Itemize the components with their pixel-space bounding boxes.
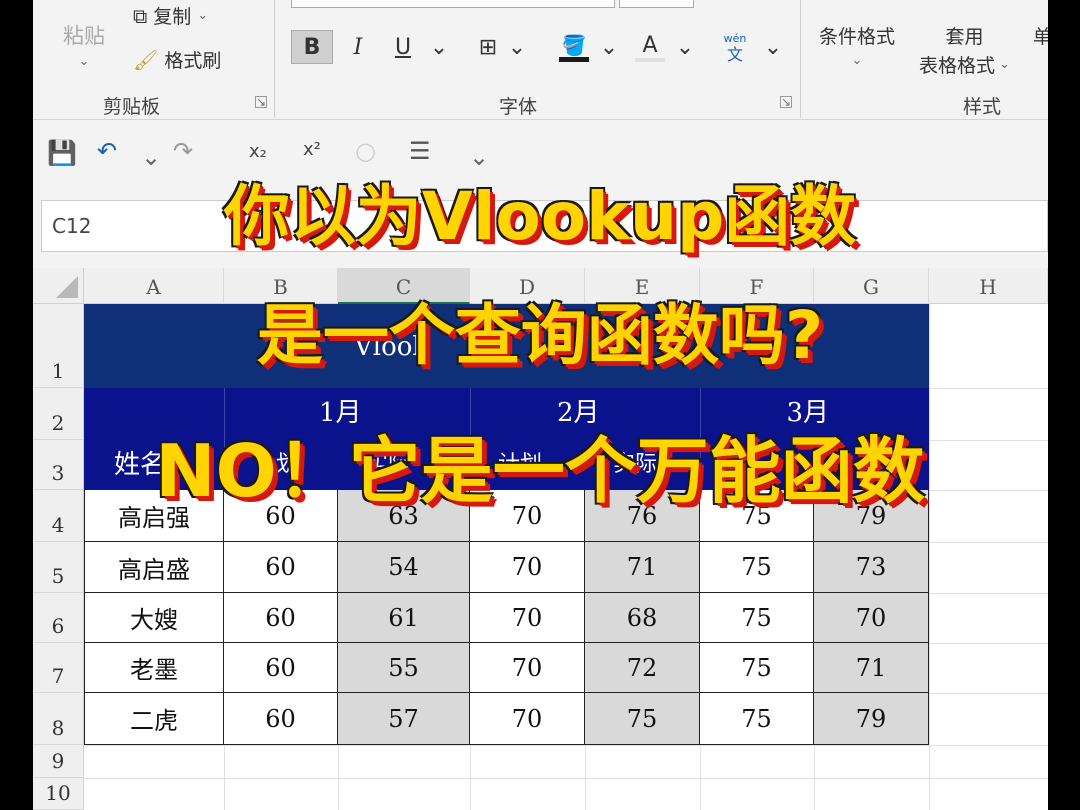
underline-dropdown-icon[interactable]: ⌄ xyxy=(429,30,449,64)
name-cell[interactable]: 高启盛 xyxy=(84,542,224,593)
row-number: 8 xyxy=(51,716,65,740)
excel-window: 粘贴 ⌄ ⧉ 复制 ⌄ 🖌 格式刷 剪贴板 ↘ B I U ⌄ ⊞ ⌄ 🪣 ⌄ … xyxy=(33,0,1048,810)
chevron-down-icon: ⌄ xyxy=(197,8,209,23)
clipboard-launcher-icon[interactable]: ↘ xyxy=(255,96,267,108)
value-cell[interactable]: 71 xyxy=(814,643,929,693)
fill-color-swatch xyxy=(559,56,589,62)
font-name-box[interactable] xyxy=(291,0,615,8)
row-number: 5 xyxy=(51,564,65,588)
copy-icon: ⧉ xyxy=(133,3,148,28)
superscript-button[interactable]: x² xyxy=(303,139,321,160)
phonetic-button[interactable]: wén 文 xyxy=(719,30,751,64)
caption-line-1: 你以为Vlookup函数 xyxy=(223,178,857,255)
underline-button[interactable]: U xyxy=(389,30,417,64)
bold-button[interactable]: B xyxy=(291,30,333,64)
font-color-dropdown-icon[interactable]: ⌄ xyxy=(675,30,695,64)
value-cell[interactable]: 72 xyxy=(585,643,700,693)
row-header-5[interactable]: 5 xyxy=(33,542,84,593)
paste-label: 粘贴 xyxy=(63,24,105,48)
gridline xyxy=(84,778,1048,779)
format-painter-button[interactable]: 🖌 格式刷 xyxy=(133,46,221,73)
phonetic-label: 文 xyxy=(726,45,743,64)
font-color-label: A xyxy=(642,32,658,58)
row-number: 10 xyxy=(45,781,71,805)
value-cell[interactable]: 60 xyxy=(224,643,338,693)
value-cell[interactable]: 61 xyxy=(338,593,470,643)
cell-styles-button[interactable]: 单 xyxy=(1033,22,1048,49)
format-painter-label: 格式刷 xyxy=(164,50,222,72)
value-cell[interactable]: 60 xyxy=(224,593,338,643)
value-cell[interactable]: 55 xyxy=(338,643,470,693)
gridline xyxy=(84,745,1048,746)
value-cell[interactable]: 60 xyxy=(224,693,338,745)
name-cell[interactable]: 老墨 xyxy=(84,643,224,693)
paste-button[interactable]: 粘贴 ⌄ xyxy=(63,20,105,69)
fill-bucket-icon: 🪣 xyxy=(561,32,587,57)
font-size-box[interactable] xyxy=(619,0,694,8)
value-cell[interactable]: 70 xyxy=(814,593,929,643)
form-icon[interactable]: ☰ xyxy=(409,137,431,165)
name-cell[interactable]: 大嫂 xyxy=(84,593,224,643)
redo-icon[interactable]: ↷ xyxy=(173,137,193,165)
caption-line-3: NO！它是一个万能函数 xyxy=(155,429,925,513)
borders-dropdown-icon[interactable]: ⌄ xyxy=(507,30,527,64)
value-cell[interactable]: 75 xyxy=(700,593,814,643)
name-cell[interactable]: 二虎 xyxy=(84,693,224,745)
italic-button[interactable]: I xyxy=(343,30,373,64)
value-cell[interactable]: 73 xyxy=(814,542,929,593)
value-cell[interactable]: 70 xyxy=(470,643,585,693)
row-number: 7 xyxy=(51,664,65,688)
clipboard-group-label: 剪贴板 xyxy=(103,96,161,118)
value-cell[interactable]: 75 xyxy=(585,693,700,745)
row-header-6[interactable]: 6 xyxy=(33,593,84,643)
font-color-swatch xyxy=(635,57,665,62)
ribbon-separator xyxy=(274,0,275,118)
caption-line-2: 是一个查询函数吗? xyxy=(256,297,824,374)
ribbon: 粘贴 ⌄ ⧉ 复制 ⌄ 🖌 格式刷 剪贴板 ↘ B I U ⌄ ⊞ ⌄ 🪣 ⌄ … xyxy=(33,0,1048,120)
table-format-button[interactable]: 套用 表格格式 ⌄ xyxy=(919,22,1010,78)
paste-dropdown-icon: ⌄ xyxy=(78,54,90,69)
chevron-down-icon: ⌄ xyxy=(851,53,863,68)
value-cell[interactable]: 60 xyxy=(224,542,338,593)
row-header-7[interactable]: 7 xyxy=(33,643,84,693)
table-format-label-1: 套用 xyxy=(945,26,984,48)
conditional-format-label: 条件格式 xyxy=(819,26,896,48)
value-cell[interactable]: 75 xyxy=(700,643,814,693)
value-cell[interactable]: 75 xyxy=(700,693,814,745)
value-cell[interactable]: 79 xyxy=(814,693,929,745)
circle-icon[interactable]: ○ xyxy=(355,137,376,165)
table-format-label-2: 表格格式 xyxy=(919,55,996,77)
copy-label: 复制 xyxy=(153,6,192,28)
chevron-down-icon: ⌄ xyxy=(999,57,1010,72)
conditional-format-button[interactable]: 条件格式 ⌄ xyxy=(819,22,895,68)
value-cell[interactable]: 71 xyxy=(585,542,700,593)
row-header-9[interactable]: 9 xyxy=(33,745,84,778)
font-group-label: 字体 xyxy=(499,96,538,118)
row-number: 9 xyxy=(51,749,65,773)
undo-icon[interactable]: ↶ xyxy=(97,137,117,165)
value-cell[interactable]: 68 xyxy=(585,593,700,643)
row-header-10[interactable]: 10 xyxy=(33,778,84,810)
font-color-button[interactable]: A xyxy=(633,30,667,64)
gridline xyxy=(929,304,930,810)
value-cell[interactable]: 70 xyxy=(470,693,585,745)
fill-dropdown-icon[interactable]: ⌄ xyxy=(599,30,619,64)
borders-icon[interactable]: ⊞ xyxy=(473,30,503,64)
font-launcher-icon[interactable]: ↘ xyxy=(780,96,792,108)
value-cell[interactable]: 70 xyxy=(470,593,585,643)
format-painter-icon: 🖌 xyxy=(133,47,159,72)
value-cell[interactable]: 57 xyxy=(338,693,470,745)
phonetic-dropdown-icon[interactable]: ⌄ xyxy=(763,30,783,64)
value-cell[interactable]: 75 xyxy=(700,542,814,593)
value-cell[interactable]: 54 xyxy=(338,542,470,593)
row-number: 6 xyxy=(51,614,65,638)
fill-color-button[interactable]: 🪣 xyxy=(557,30,591,64)
subscript-button[interactable]: x₂ xyxy=(249,141,267,162)
ribbon-separator xyxy=(800,0,801,118)
styles-group-label: 样式 xyxy=(963,96,1002,118)
copy-button[interactable]: ⧉ 复制 ⌄ xyxy=(133,2,208,29)
value-cell[interactable]: 70 xyxy=(470,542,585,593)
row-header-8[interactable]: 8 xyxy=(33,693,84,745)
